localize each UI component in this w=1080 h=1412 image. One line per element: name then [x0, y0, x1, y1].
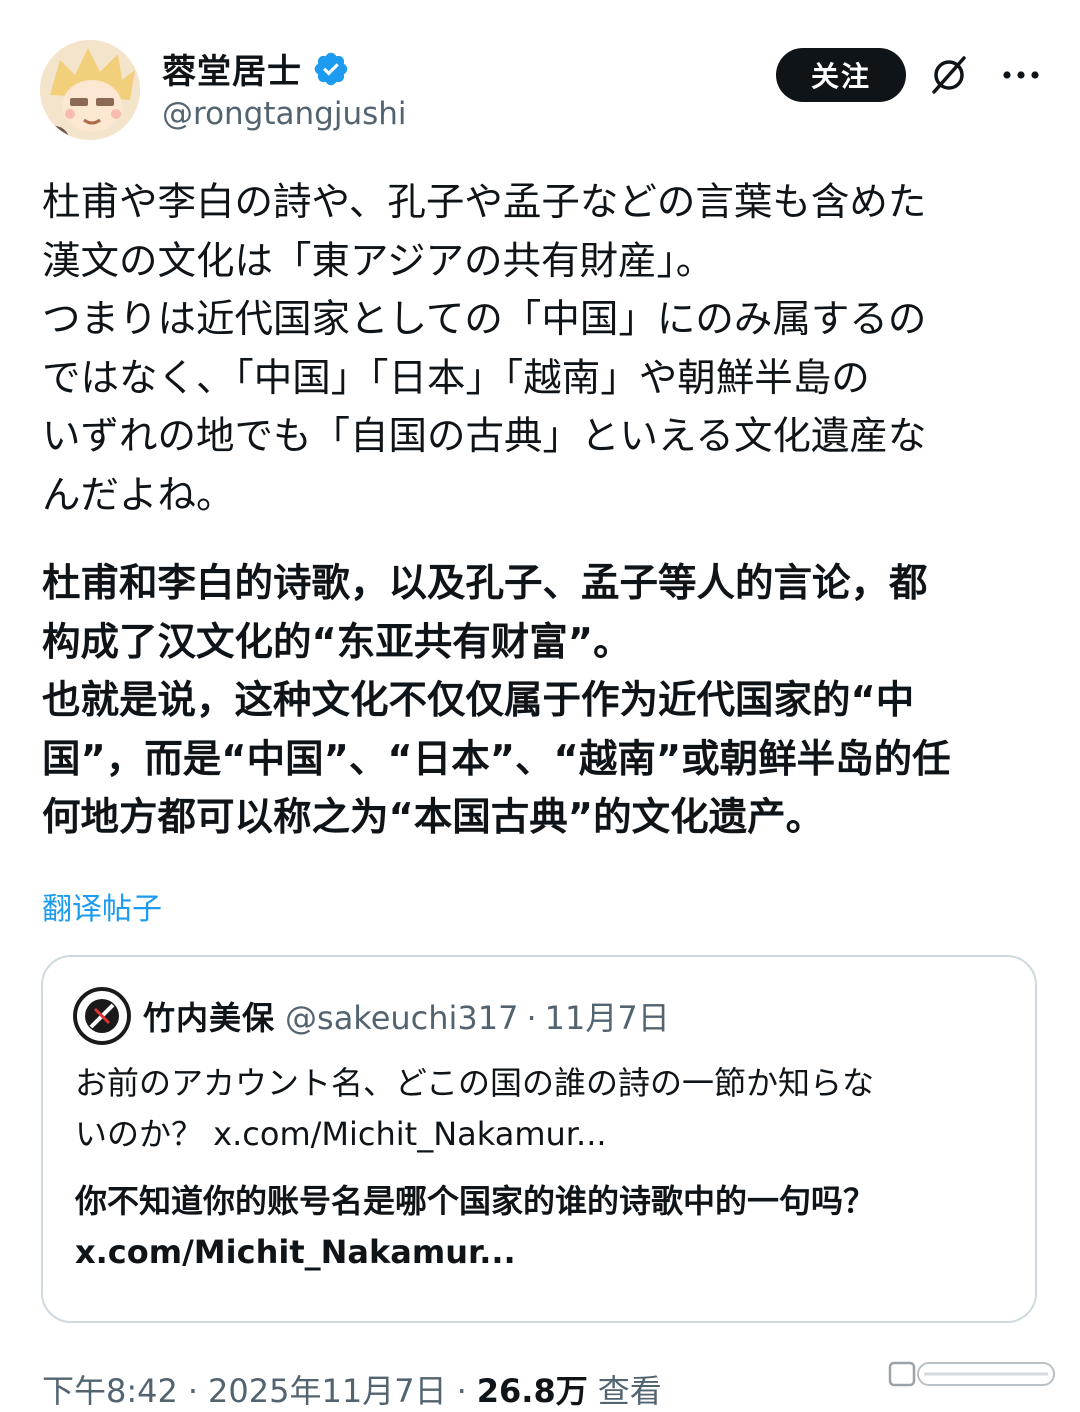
more-options-icon[interactable]: [998, 52, 1044, 98]
follow-button[interactable]: 关注: [776, 48, 906, 102]
author-name-row: 蓉堂居士: [162, 44, 350, 93]
quoted-header: 竹内美保 @sakeuchi317 · 11月7日: [143, 993, 670, 1039]
quoted-display-name[interactable]: 竹内美保: [143, 993, 275, 1039]
grok-icon[interactable]: [926, 52, 972, 98]
author-handle[interactable]: @rongtangjushi: [162, 96, 407, 132]
separator-dot: ·: [526, 999, 537, 1037]
post-footer: 下午8:42 · 2025年11月7日 · 26.8万 查看: [42, 1366, 662, 1412]
quoted-post[interactable]: 竹内美保 @sakeuchi317 · 11月7日 お前のアカウント名、どこの国…: [41, 955, 1037, 1323]
quoted-text-translation: 你不知道你的账号名是哪个国家的谁的诗歌中的一句吗？ x.com/Michit_N…: [75, 1182, 876, 1271]
post-time[interactable]: 下午8:42: [42, 1366, 178, 1412]
post-header: 蓉堂居士 @rongtangjushi 关注: [40, 40, 1050, 150]
author-display-name[interactable]: 蓉堂居士: [162, 44, 302, 93]
translate-post-link[interactable]: 翻译帖子: [42, 884, 162, 928]
watermark-icon: [888, 1361, 1055, 1387]
quoted-author-avatar[interactable]: [73, 987, 131, 1045]
separator-dot: ·: [456, 1372, 467, 1410]
views-count: 26.8万: [476, 1372, 588, 1410]
verified-badge-icon: [314, 52, 348, 85]
post-text-japanese: 杜甫や李白の詩や、孔子や孟子などの言葉も含めた 漢文の文化は「東アジアの共有財産…: [42, 180, 927, 518]
views-label: 查看: [597, 1372, 662, 1410]
post-text-translation: 杜甫和李白的诗歌，以及孔子、孟子等人的言论，都 构成了汉文化的“东亚共有财富”。…: [42, 561, 951, 840]
author-avatar[interactable]: [40, 40, 140, 140]
separator-dot: ·: [187, 1372, 199, 1410]
quoted-date[interactable]: 11月7日: [545, 993, 670, 1039]
post-date[interactable]: 2025年11月7日: [208, 1366, 447, 1412]
quoted-handle[interactable]: @sakeuchi317: [285, 999, 518, 1037]
quoted-text-japanese: お前のアカウント名、どこの国の誰の詩の一節か知らな いのか？ x.com/Mic…: [75, 1064, 875, 1153]
